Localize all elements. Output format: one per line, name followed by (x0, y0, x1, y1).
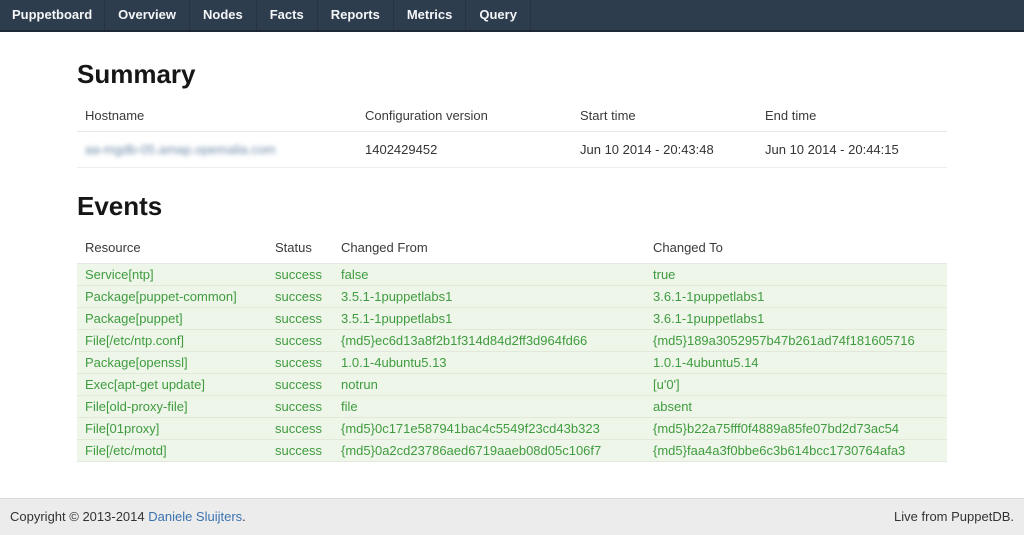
event-row: Service[ntp]successfalsetrue (77, 264, 947, 286)
event-cell-to: [u'0'] (645, 374, 947, 396)
hostname-link-blurred[interactable]: aa-mgdb-05.amap.opemalia.com (85, 142, 276, 157)
event-cell-status: success (267, 352, 333, 374)
nav-item-metrics[interactable]: Metrics (394, 0, 467, 30)
footer: Copyright © 2013-2014 Daniele Sluijters.… (0, 498, 1024, 535)
event-row: File[/etc/motd]success{md5}0a2cd23786aed… (77, 440, 947, 462)
events-col-changed-to: Changed To (645, 232, 947, 264)
events-header-row: Resource Status Changed From Changed To (77, 232, 947, 264)
event-cell-status: success (267, 264, 333, 286)
summary-heading: Summary (77, 59, 947, 90)
event-row: Package[puppet-common]success3.5.1-1pupp… (77, 286, 947, 308)
event-cell-from: false (333, 264, 645, 286)
event-cell-to: true (645, 264, 947, 286)
footer-copyright: Copyright © 2013-2014 Daniele Sluijters. (10, 509, 246, 524)
nav-item-nodes[interactable]: Nodes (190, 0, 257, 30)
event-cell-from: 3.5.1-1puppetlabs1 (333, 286, 645, 308)
event-row: File[/etc/ntp.conf]success{md5}ec6d13a8f… (77, 330, 947, 352)
event-cell-from: {md5}0c171e587941bac4c5549f23cd43b323 (333, 418, 645, 440)
event-cell-status: success (267, 440, 333, 462)
summary-cell-config-version: 1402429452 (357, 132, 572, 168)
event-cell-to: absent (645, 396, 947, 418)
event-cell-resource: File[/etc/motd] (77, 440, 267, 462)
author-link[interactable]: Daniele Sluijters (148, 509, 242, 524)
navbar: Puppetboard Overview Nodes Facts Reports… (0, 0, 1024, 32)
event-cell-from: notrun (333, 374, 645, 396)
event-cell-status: success (267, 330, 333, 352)
event-row: Exec[apt-get update]successnotrun[u'0'] (77, 374, 947, 396)
event-cell-from: {md5}ec6d13a8f2b1f314d84d2ff3d964fd66 (333, 330, 645, 352)
events-table-body: Service[ntp]successfalsetruePackage[pupp… (77, 264, 947, 462)
event-cell-resource: File[/etc/ntp.conf] (77, 330, 267, 352)
event-row: Package[puppet]success3.5.1-1puppetlabs1… (77, 308, 947, 330)
events-table: Resource Status Changed From Changed To … (77, 232, 947, 462)
event-cell-from: 3.5.1-1puppetlabs1 (333, 308, 645, 330)
events-heading: Events (77, 191, 947, 222)
event-cell-resource: Package[openssl] (77, 352, 267, 374)
events-col-resource: Resource (77, 232, 267, 264)
event-cell-to: {md5}faa4a3f0bbe6c3b614bcc1730764afa3 (645, 440, 947, 462)
event-cell-resource: File[old-proxy-file] (77, 396, 267, 418)
event-cell-from: file (333, 396, 645, 418)
events-col-status: Status (267, 232, 333, 264)
event-cell-to: 3.6.1-1puppetlabs1 (645, 308, 947, 330)
event-cell-to: 1.0.1-4ubuntu5.14 (645, 352, 947, 374)
summary-col-end-time: End time (757, 100, 947, 132)
event-row: File[old-proxy-file]successfileabsent (77, 396, 947, 418)
event-cell-to: 3.6.1-1puppetlabs1 (645, 286, 947, 308)
event-cell-resource: File[01proxy] (77, 418, 267, 440)
summary-header-row: Hostname Configuration version Start tim… (77, 100, 947, 132)
event-cell-resource: Exec[apt-get update] (77, 374, 267, 396)
events-col-changed-from: Changed From (333, 232, 645, 264)
event-cell-to: {md5}b22a75fff0f4889a85fe07bd2d73ac54 (645, 418, 947, 440)
nav-item-overview[interactable]: Overview (105, 0, 190, 30)
summary-cell-hostname: aa-mgdb-05.amap.opemalia.com (77, 132, 357, 168)
summary-col-start-time: Start time (572, 100, 757, 132)
main-content: Summary Hostname Configuration version S… (77, 59, 947, 462)
event-cell-from: {md5}0a2cd23786aed6719aaeb08d05c106f7 (333, 440, 645, 462)
summary-cell-start-time: Jun 10 2014 - 20:43:48 (572, 132, 757, 168)
event-cell-to: {md5}189a3052957b47b261ad74f181605716 (645, 330, 947, 352)
copyright-text: Copyright © 2013-2014 (10, 509, 148, 524)
nav-item-reports[interactable]: Reports (318, 0, 394, 30)
event-cell-status: success (267, 374, 333, 396)
event-cell-status: success (267, 396, 333, 418)
summary-cell-end-time: Jun 10 2014 - 20:44:15 (757, 132, 947, 168)
event-cell-status: success (267, 286, 333, 308)
summary-table: Hostname Configuration version Start tim… (77, 100, 947, 168)
event-row: File[01proxy]success{md5}0c171e587941bac… (77, 418, 947, 440)
event-cell-resource: Package[puppet] (77, 308, 267, 330)
event-cell-resource: Package[puppet-common] (77, 286, 267, 308)
navbar-brand[interactable]: Puppetboard (0, 0, 105, 30)
event-cell-status: success (267, 418, 333, 440)
nav-item-query[interactable]: Query (466, 0, 531, 30)
copyright-period: . (242, 509, 246, 524)
event-cell-from: 1.0.1-4ubuntu5.13 (333, 352, 645, 374)
summary-row: aa-mgdb-05.amap.opemalia.com 1402429452 … (77, 132, 947, 168)
nav-item-facts[interactable]: Facts (257, 0, 318, 30)
footer-status: Live from PuppetDB. (894, 499, 1014, 534)
event-cell-resource: Service[ntp] (77, 264, 267, 286)
summary-col-hostname: Hostname (77, 100, 357, 132)
summary-col-config-version: Configuration version (357, 100, 572, 132)
event-row: Package[openssl]success1.0.1-4ubuntu5.13… (77, 352, 947, 374)
event-cell-status: success (267, 308, 333, 330)
